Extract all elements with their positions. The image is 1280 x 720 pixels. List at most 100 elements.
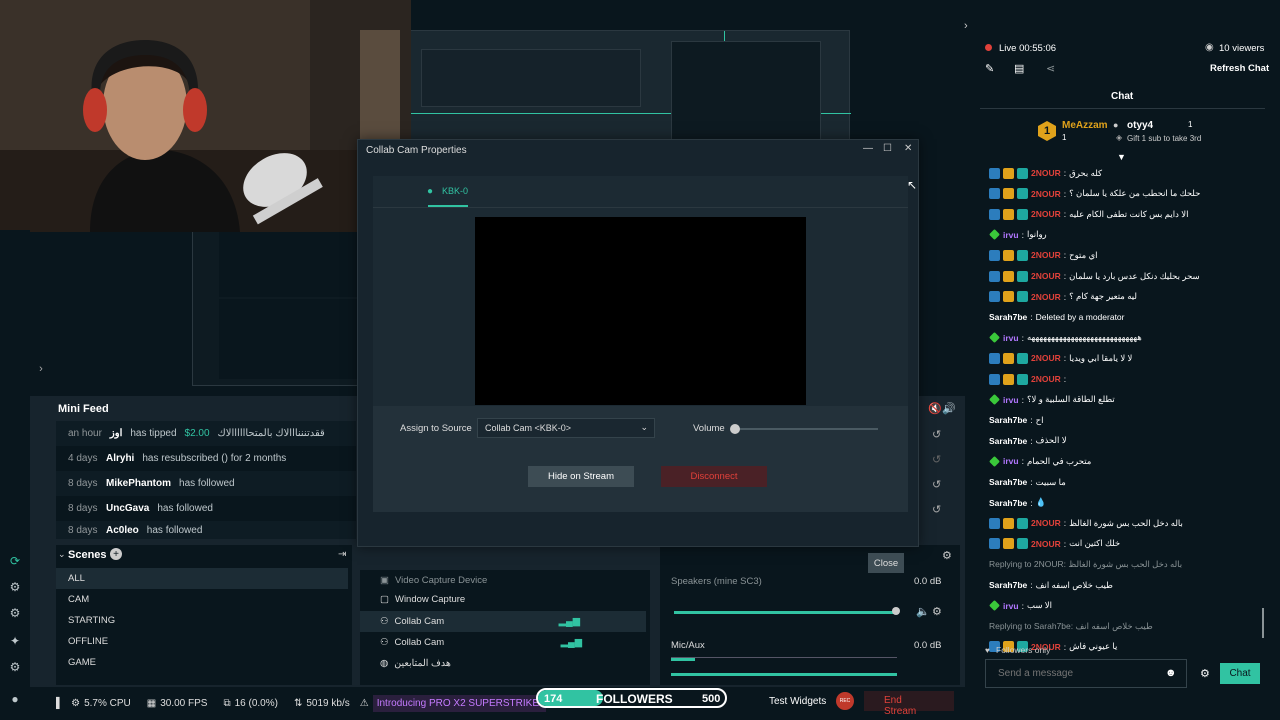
refresh-chat-button[interactable]: Refresh Chat xyxy=(1210,63,1269,74)
studio-mode-icon[interactable]: ⟳ xyxy=(8,554,22,568)
chat-username[interactable]: irvu xyxy=(1003,601,1019,611)
chat-username[interactable]: Sarah7be xyxy=(989,415,1027,425)
refresh-icon[interactable]: ↺ xyxy=(932,453,941,466)
dialog-minimize-button[interactable]: — xyxy=(863,143,873,154)
mixer-volume-slider[interactable] xyxy=(674,611,898,614)
mute-icon[interactable]: 🔇 xyxy=(928,402,942,415)
chat-username[interactable]: 2NOUR xyxy=(1031,250,1061,260)
chat-scrollbar[interactable] xyxy=(1262,608,1264,638)
chat-username[interactable]: 2NOUR xyxy=(1031,271,1061,281)
refresh-icon[interactable]: ↺ xyxy=(932,478,941,491)
end-stream-button[interactable]: End Stream xyxy=(864,691,954,717)
chat-username[interactable]: irvu xyxy=(1003,230,1019,240)
chat-username[interactable]: irvu xyxy=(1003,456,1019,466)
rec-button[interactable]: REC xyxy=(836,692,854,710)
chat-username[interactable]: 2NOUR xyxy=(1031,189,1061,199)
dashboard-icon[interactable]: ▤ xyxy=(1014,62,1024,75)
chat-message[interactable]: Sarah7be: طيب خلاص اسفه انف xyxy=(989,576,1113,594)
highlighter-icon[interactable]: ✦ xyxy=(8,634,22,648)
assign-source-select[interactable]: Collab Cam <KBK-0> ⌄ xyxy=(477,418,655,438)
scene-collection-icon[interactable]: ⇥ xyxy=(338,549,346,560)
scene-item-cam[interactable]: CAM xyxy=(56,589,89,610)
chat-message[interactable]: 2NOUR: خلك اكتين انت xyxy=(989,535,1120,553)
chat-message[interactable]: 2NOUR: الا دايم بس كانت تطفى الكام عليه xyxy=(989,205,1188,223)
share-icon[interactable]: ⋖ xyxy=(1046,62,1055,75)
tab-kbk-0[interactable]: KBK-0 xyxy=(442,186,468,196)
chat-username[interactable]: Sarah7be xyxy=(989,477,1027,487)
hide-on-stream-button[interactable]: Hide on Stream xyxy=(528,466,634,487)
chat-message[interactable]: irvu: متحرب في الحمام xyxy=(989,452,1091,470)
feed-row[interactable]: 8 days UncGava has followed xyxy=(56,496,356,521)
chat-message[interactable]: 2NOUR: سحر بحليك دنكل عدس بارد يا سلمان xyxy=(989,267,1200,285)
source-item-window-capture[interactable]: ▢ Window Capture xyxy=(368,589,648,610)
pinned-icon[interactable]: ▼ xyxy=(1117,152,1126,162)
dialog-close-button[interactable]: ✕ xyxy=(904,143,912,154)
chat-reply-line[interactable]: Replying to 2NOUR: باله دخل الحب بس شورة… xyxy=(989,555,1182,573)
refresh-icon[interactable]: ↺ xyxy=(932,428,941,441)
chat-message[interactable]: Sarah7be: 💧 xyxy=(989,494,1046,512)
test-widgets-button[interactable]: Test Widgets xyxy=(769,696,826,707)
chat-message[interactable]: 2NOUR: xyxy=(989,370,1069,388)
disconnect-button[interactable]: Disconnect xyxy=(661,466,767,487)
chat-settings-icon[interactable]: ⚙ xyxy=(1200,667,1210,680)
mixer-settings-item-icon[interactable]: ⚙ xyxy=(932,605,942,618)
scene-item-game[interactable]: GAME xyxy=(56,652,96,673)
chat-username[interactable]: 2NOUR xyxy=(1031,518,1061,528)
source-item-video-capture[interactable]: ▣ Video Capture Device xyxy=(368,570,648,591)
theme-icon[interactable]: ⚙ xyxy=(8,606,22,620)
mixer-settings-icon[interactable]: ⚙ xyxy=(942,549,952,562)
chat-username[interactable]: 2NOUR xyxy=(1031,353,1061,363)
send-chat-button[interactable]: Chat xyxy=(1220,663,1260,684)
chat-message[interactable]: irvu: تطلع الطاقة السلبية و لا؟ xyxy=(989,391,1115,409)
scenes-collapse-icon[interactable]: ⌄ xyxy=(58,549,66,560)
chat-username[interactable]: irvu xyxy=(1003,395,1019,405)
collapse-left-icon[interactable]: › xyxy=(36,363,46,375)
refresh-icon[interactable]: ↺ xyxy=(932,503,941,516)
chat-username[interactable]: Sarah7be xyxy=(989,580,1027,590)
chat-message[interactable]: 2NOUR: لا لا يامقا ابي ويديا xyxy=(989,349,1132,367)
chat-message[interactable]: irvu: الا سب xyxy=(989,597,1052,615)
source-item-collab-cam-2[interactable]: ⚇ Collab Cam ▂▄▆ xyxy=(368,632,648,653)
mixer-volume-handle[interactable] xyxy=(892,607,900,615)
chat-username[interactable]: 2NOUR xyxy=(1031,209,1061,219)
chat-username[interactable]: Sarah7be xyxy=(989,498,1027,508)
chat-username[interactable]: 2NOUR xyxy=(1031,292,1061,302)
source-item-follower-goal[interactable]: ◍ هدف المتابعين xyxy=(368,653,648,674)
dialog-maximize-button[interactable]: ☐ xyxy=(883,143,892,154)
chat-message[interactable]: 2NOUR: كله بحرق xyxy=(989,164,1102,182)
feed-row[interactable]: 8 days MikePhantom has followed xyxy=(56,471,356,496)
feed-row[interactable]: an hour اوز has tipped $2.00 ققدتنننااال… xyxy=(56,421,356,446)
chat-message[interactable]: Sarah7be: اح xyxy=(989,411,1044,429)
source-item-collab-cam-1[interactable]: ⚇ Collab Cam ▂▄▆ xyxy=(360,611,646,632)
volume-icon[interactable]: 🔊 xyxy=(942,402,956,415)
dialog-close-footer-button[interactable]: Close xyxy=(868,553,904,573)
scene-item-offline[interactable]: OFFLINE xyxy=(56,631,108,652)
mic-volume-slider[interactable] xyxy=(671,673,897,676)
collapse-chat-icon[interactable]: › xyxy=(964,20,968,32)
chat-reply-line[interactable]: Replying to Sarah7be: طيب خلاص اسفه انف xyxy=(989,617,1153,635)
chat-message[interactable]: 2NOUR: اي متوح xyxy=(989,246,1098,264)
chat-message[interactable]: irvu: ههههههههههههههههههههههههههههه xyxy=(989,329,1142,347)
chat-message[interactable]: Sarah7be: ما سبيت xyxy=(989,473,1066,491)
volume-slider-track[interactable] xyxy=(733,428,878,430)
promo-banner[interactable]: Introducing PRO X2 SUPERSTRIKE. xyxy=(372,695,546,712)
chat-username[interactable]: irvu xyxy=(1003,333,1019,343)
chat-username[interactable]: 2NOUR xyxy=(1031,539,1061,549)
chat-message[interactable]: Sarah7be: Deleted by a moderator xyxy=(989,308,1124,326)
scene-item-starting[interactable]: STARTING xyxy=(56,610,115,631)
profile-icon[interactable]: ● xyxy=(8,692,22,706)
chat-message[interactable]: 2NOUR: باله دخل الحب بس شورة الغالظ xyxy=(989,514,1183,532)
chat-username[interactable]: 2NOUR xyxy=(1031,168,1061,178)
chat-username[interactable]: Sarah7be xyxy=(989,436,1027,446)
feed-row[interactable]: 8 days Ac0leo has followed xyxy=(56,521,356,539)
edit-icon[interactable]: ✎ xyxy=(985,62,994,75)
emoji-icon[interactable]: ☻ xyxy=(1165,667,1177,679)
feed-row[interactable]: 4 days Alryhi has resubscribed () for 2 … xyxy=(56,446,356,471)
volume-slider-handle[interactable] xyxy=(730,424,740,434)
chat-message-input[interactable] xyxy=(985,659,1187,688)
layout-editor-icon[interactable]: ⚙ xyxy=(8,580,22,594)
add-scene-icon[interactable]: + xyxy=(110,548,122,560)
mute-icon[interactable]: 🔈 xyxy=(916,605,930,618)
settings-icon[interactable]: ⚙ xyxy=(8,660,22,674)
chat-message[interactable]: 2NOUR: حلحك ما انحطب من علكة يا سلمان ؟ xyxy=(989,185,1200,203)
